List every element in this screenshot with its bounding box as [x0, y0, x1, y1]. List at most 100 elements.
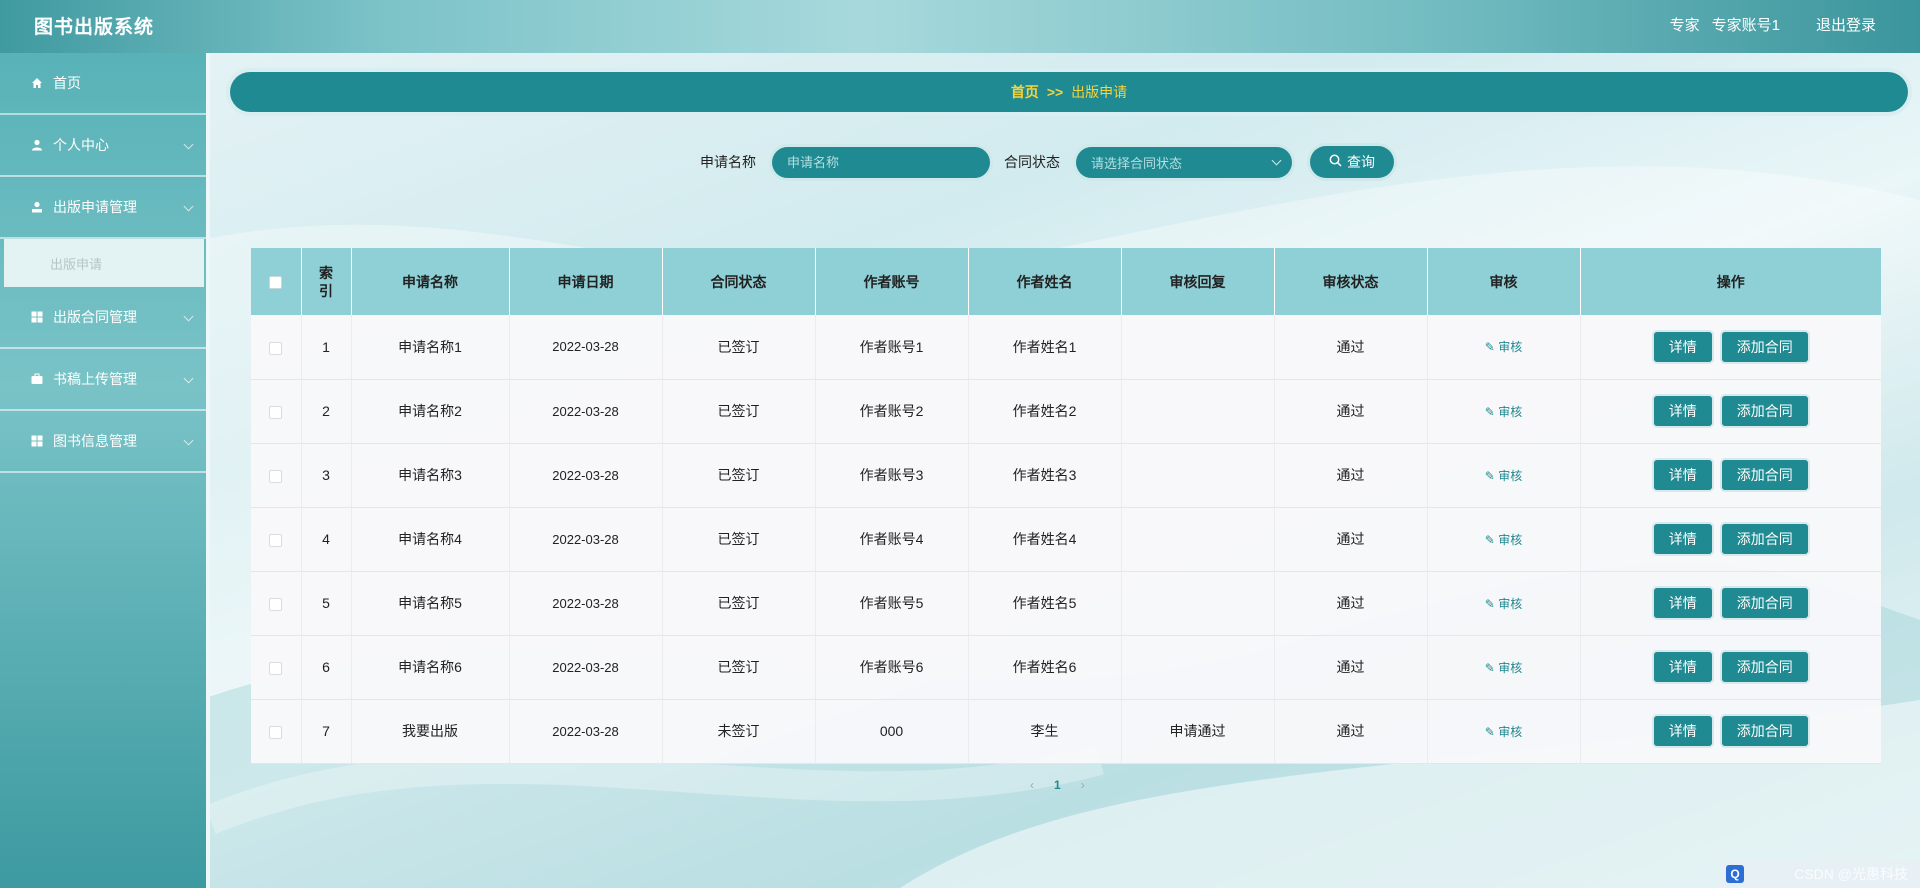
cell-index: 4 [301, 507, 352, 572]
column-header: 合同状态 [662, 248, 816, 315]
sidebar-item-manuscript[interactable]: 书稿上传管理 [0, 349, 206, 411]
cell-author: 作者姓名4 [968, 507, 1122, 572]
add-contract-button[interactable]: 添加合同 [1721, 716, 1808, 746]
table-header-row: 索引 申请名称 申请日期 合同状态 作者账号 作者姓名 审核回复 审核状态 审核… [251, 248, 1881, 315]
breadcrumb-home[interactable]: 首页 [1011, 82, 1039, 102]
cell-date: 2022-03-28 [509, 443, 663, 508]
table-row: 2 申请名称2 2022-03-28 已签订 作者账号2 作者姓名2 通过 ✎ 审核 详情 添加合… [251, 379, 1881, 444]
row-checkbox[interactable] [269, 405, 283, 419]
cell-index: 3 [301, 443, 352, 508]
cell-date: 2022-03-28 [509, 507, 663, 572]
sidebar-item-bookinfo[interactable]: 图书信息管理 [0, 411, 206, 473]
app-title: 图书出版系统 [34, 17, 155, 38]
audit-link[interactable]: ✎ 审核 [1485, 405, 1522, 419]
logout-link[interactable]: 退出登录 [1816, 14, 1876, 35]
edit-icon: ✎ [1484, 596, 1499, 611]
audit-link[interactable]: ✎ 审核 [1485, 725, 1522, 739]
row-checkbox[interactable] [269, 725, 283, 739]
audit-link-label: 审核 [1498, 340, 1523, 355]
detail-button[interactable]: 详情 [1653, 716, 1712, 746]
user-icon [30, 138, 44, 152]
add-contract-button[interactable]: 添加合同 [1721, 331, 1808, 362]
detail-button[interactable]: 详情 [1653, 331, 1712, 362]
row-checkbox[interactable] [269, 341, 283, 355]
cell-account: 作者账号6 [815, 635, 969, 700]
contract-status-select[interactable]: 请选择合同状态 [1076, 146, 1292, 178]
select-placeholder: 请选择合同状态 [1091, 155, 1183, 171]
audit-link-label: 审核 [1498, 660, 1523, 675]
column-header: 作者姓名 [968, 248, 1122, 315]
sidebar-item-label: 书稿上传管理 [53, 371, 137, 387]
sidebar-subitem-publish-apply[interactable]: 出版申请 [4, 239, 204, 287]
ime-icon[interactable]: Q [1726, 865, 1744, 883]
row-select-cell [251, 635, 302, 700]
sidebar-item-home[interactable]: 首页 [0, 53, 206, 115]
audit-link[interactable]: ✎ 审核 [1485, 661, 1522, 675]
cell-contract: 已签订 [662, 315, 816, 380]
row-checkbox[interactable] [269, 469, 283, 483]
detail-button[interactable]: 详情 [1653, 460, 1712, 490]
grid-icon [30, 310, 44, 324]
cell-audit: ✎ 审核 [1427, 379, 1581, 444]
select-all-checkbox[interactable] [269, 276, 283, 290]
cell-audit: ✎ 审核 [1427, 571, 1581, 636]
detail-button[interactable]: 详情 [1653, 588, 1712, 618]
cell-account: 000 [815, 699, 969, 764]
data-table: 索引 申请名称 申请日期 合同状态 作者账号 作者姓名 审核回复 审核状态 审核… [251, 248, 1881, 764]
audit-link[interactable]: ✎ 审核 [1485, 340, 1522, 354]
cell-actions: 详情 添加合同 [1580, 379, 1881, 444]
chevron-down-icon [183, 201, 194, 212]
cell-audit: ✎ 审核 [1427, 443, 1581, 508]
detail-button[interactable]: 详情 [1653, 524, 1712, 554]
column-header: 审核回复 [1121, 248, 1275, 315]
sidebar-item-label: 首页 [53, 75, 81, 91]
cell-reply [1121, 571, 1275, 636]
audit-link[interactable]: ✎ 审核 [1485, 533, 1522, 547]
row-checkbox[interactable] [269, 661, 283, 675]
cell-name: 申请名称2 [351, 379, 510, 444]
table-row: 7 我要出版 2022-03-28 未签订 000 李生 申请通过 通过 ✎ 审核 详情 添加合同 [251, 699, 1881, 764]
add-contract-button[interactable]: 添加合同 [1721, 396, 1808, 426]
cell-reply [1121, 443, 1275, 508]
row-select-cell [251, 699, 302, 764]
audit-link[interactable]: ✎ 审核 [1485, 469, 1522, 483]
cell-date: 2022-03-28 [509, 699, 663, 764]
watermark: CSDN @光惠科技 [1794, 866, 1908, 882]
edit-icon: ✎ [1484, 660, 1499, 675]
user-role: 专家 [1669, 17, 1700, 34]
sidebar: 首页 个人中心 出版申请管理 出版申请 出版合同管理 书稿上传管理 图书信息管理 [0, 53, 210, 888]
cell-contract: 已签订 [662, 507, 816, 572]
detail-button[interactable]: 详情 [1653, 396, 1712, 426]
audit-link-label: 审核 [1498, 404, 1523, 419]
breadcrumb-current: 出版申请 [1071, 84, 1128, 100]
detail-button[interactable]: 详情 [1653, 652, 1712, 682]
sidebar-item-contract[interactable]: 出版合同管理 [0, 287, 206, 349]
add-contract-button[interactable]: 添加合同 [1721, 460, 1808, 490]
cell-status: 通过 [1274, 699, 1428, 764]
add-contract-button[interactable]: 添加合同 [1721, 588, 1808, 618]
query-button[interactable]: 查询 [1310, 146, 1394, 178]
column-header: 审核状态 [1274, 248, 1428, 315]
audit-link-label: 审核 [1498, 596, 1523, 611]
add-contract-button[interactable]: 添加合同 [1721, 652, 1808, 682]
pager-prev[interactable]: ‹ [1030, 778, 1034, 792]
row-select-cell [251, 379, 302, 444]
chevron-down-icon [183, 373, 194, 384]
audit-link[interactable]: ✎ 审核 [1485, 597, 1522, 611]
cell-account: 作者账号2 [815, 379, 969, 444]
chevron-down-icon [183, 139, 194, 150]
cell-account: 作者账号4 [815, 507, 969, 572]
search-name-input[interactable] [772, 146, 990, 178]
sidebar-item-publish-apply[interactable]: 出版申请管理 [0, 177, 206, 239]
pager-current[interactable]: 1 [1054, 778, 1061, 792]
chevron-down-icon [183, 435, 194, 446]
sidebar-item-label: 出版合同管理 [53, 309, 137, 325]
sidebar-item-profile[interactable]: 个人中心 [0, 115, 206, 177]
row-checkbox[interactable] [269, 597, 283, 611]
cell-actions: 详情 添加合同 [1580, 635, 1881, 700]
row-checkbox[interactable] [269, 533, 283, 547]
column-header: 作者账号 [815, 248, 969, 315]
add-contract-button[interactable]: 添加合同 [1721, 524, 1808, 554]
edit-icon: ✎ [1484, 340, 1499, 355]
pager-next[interactable]: › [1081, 778, 1085, 792]
